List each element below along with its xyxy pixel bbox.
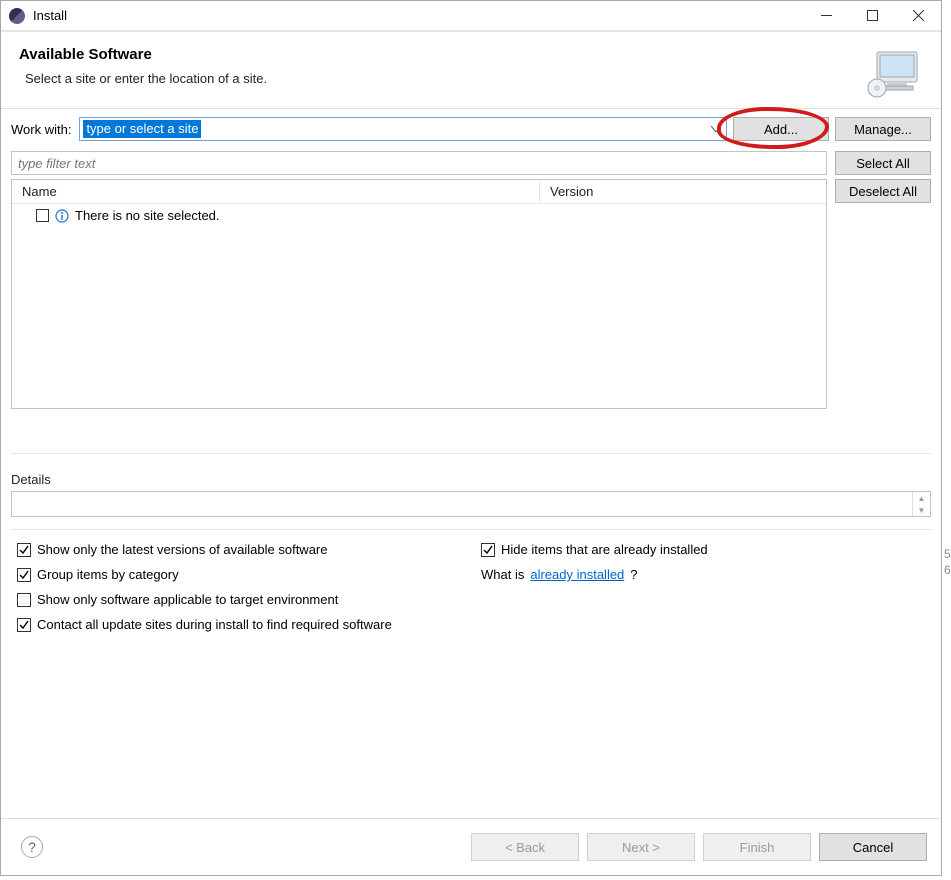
select-all-button[interactable]: Select All xyxy=(835,151,931,175)
work-with-combo[interactable]: type or select a site xyxy=(79,117,727,141)
spinner-up-icon[interactable]: ▲ xyxy=(913,492,930,504)
eclipse-icon xyxy=(9,8,25,24)
manage-button[interactable]: Manage... xyxy=(835,117,931,141)
opt-group-category[interactable]: Group items by category xyxy=(17,567,461,582)
filter-input[interactable] xyxy=(11,151,827,175)
info-icon xyxy=(55,209,69,223)
content-area: Name Version There is no site selected. … xyxy=(11,151,931,409)
options-grid: Show only the latest versions of availab… xyxy=(1,536,941,632)
what-is-installed: What is already installed ? xyxy=(481,567,925,582)
opt-hide-installed[interactable]: Hide items that are already installed xyxy=(481,542,925,557)
checkbox-icon xyxy=(481,543,495,557)
work-with-selection: type or select a site xyxy=(83,120,201,138)
work-with-label: Work with: xyxy=(11,122,73,137)
already-installed-link[interactable]: already installed xyxy=(530,567,624,582)
column-name[interactable]: Name xyxy=(12,180,540,203)
details-block: Details ▲ ▼ xyxy=(11,472,931,517)
titlebar: Install xyxy=(1,1,941,31)
checkbox-icon xyxy=(17,568,31,582)
opt-latest-versions[interactable]: Show only the latest versions of availab… xyxy=(17,542,461,557)
editor-gutter-fragment: 5 6 xyxy=(944,546,951,578)
help-icon[interactable]: ? xyxy=(21,836,43,858)
opt-contact-sites[interactable]: Contact all update sites during install … xyxy=(17,617,925,632)
chevron-down-icon[interactable] xyxy=(706,118,726,140)
deselect-all-button[interactable]: Deselect All xyxy=(835,179,931,203)
details-label: Details xyxy=(11,472,931,487)
details-spinner[interactable]: ▲ ▼ xyxy=(912,492,930,516)
window-title: Install xyxy=(33,8,67,23)
tree-empty-row: There is no site selected. xyxy=(12,204,826,227)
finish-button: Finish xyxy=(703,833,811,861)
install-dialog: Install Available Software Select a site… xyxy=(0,0,942,876)
add-button[interactable]: Add... xyxy=(733,117,829,141)
tree-empty-text: There is no site selected. xyxy=(75,208,220,223)
details-text[interactable]: ▲ ▼ xyxy=(11,491,931,517)
header-panel: Available Software Select a site or ente… xyxy=(1,31,941,109)
footer: ? < Back Next > Finish Cancel xyxy=(1,818,941,875)
cancel-button[interactable]: Cancel xyxy=(819,833,927,861)
column-version[interactable]: Version xyxy=(540,180,826,203)
tree-row-checkbox[interactable] xyxy=(36,209,49,222)
tree-header: Name Version xyxy=(12,180,826,204)
page-subtitle: Select a site or enter the location of a… xyxy=(19,71,855,86)
checkbox-icon xyxy=(17,618,31,632)
page-title: Available Software xyxy=(19,46,855,63)
opt-target-env[interactable]: Show only software applicable to target … xyxy=(17,592,925,607)
checkbox-icon xyxy=(17,593,31,607)
minimize-button[interactable] xyxy=(803,1,849,31)
maximize-button[interactable] xyxy=(849,1,895,31)
back-button: < Back xyxy=(471,833,579,861)
software-tree[interactable]: Name Version There is no site selected. xyxy=(11,179,827,409)
install-banner-icon xyxy=(865,48,923,98)
close-button[interactable] xyxy=(895,1,941,31)
next-button: Next > xyxy=(587,833,695,861)
checkbox-icon xyxy=(17,543,31,557)
spinner-down-icon[interactable]: ▼ xyxy=(913,504,930,516)
work-with-row: Work with: type or select a site Add... … xyxy=(1,109,941,151)
